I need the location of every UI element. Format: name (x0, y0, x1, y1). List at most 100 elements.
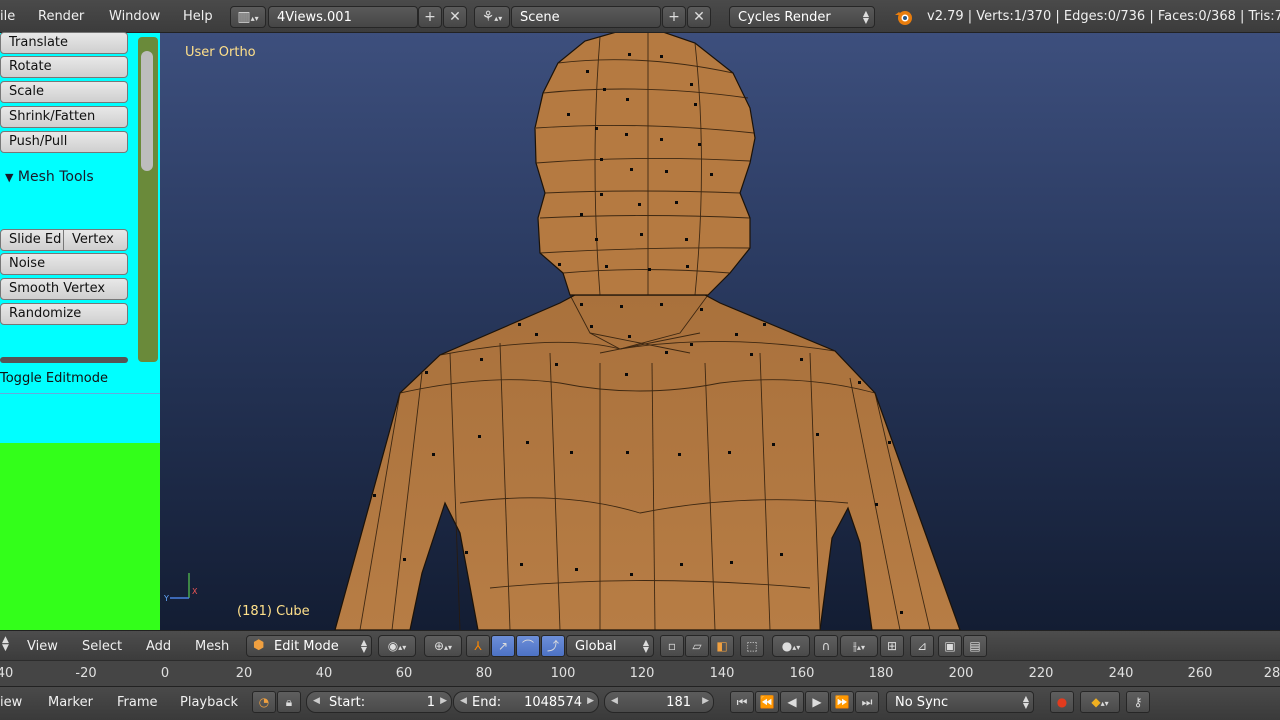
dropdown-arrows-icon: ▲ ▼ (1022, 694, 1029, 710)
chevron-right-icon: ▶ (587, 696, 594, 706)
keying-set-button[interactable]: ◆▴▾ (1080, 691, 1120, 713)
snap-target-icon: ⊞ (886, 639, 898, 653)
toggle-editmode-button[interactable]: Toggle Editmode (0, 371, 108, 386)
timeline-header: iew Marker Frame Playback ◔ 🔒︎ ◀ Start: … (0, 686, 1280, 720)
remove-scene-button[interactable]: ✕ (687, 6, 711, 28)
slide-edge-button[interactable]: Slide Ed (0, 229, 64, 251)
mesh-tools-panel-header[interactable]: ▼ Mesh Tools (5, 169, 94, 185)
face-select-mode-button[interactable]: ◧ (710, 635, 734, 657)
lock-icon: 🔒︎ (285, 695, 293, 709)
smooth-vertex-button[interactable]: Smooth Vertex (0, 278, 128, 300)
dropdown-arrows-icon: ▲ ▼ (360, 638, 367, 654)
start-label: Start: (329, 695, 366, 710)
menu-window[interactable]: Window (109, 9, 160, 24)
preview-range-button[interactable]: ◔ (252, 691, 276, 713)
keying-set-settings-button[interactable]: ⚷ (1126, 691, 1150, 713)
next-keyframe-button[interactable]: ⏩ (830, 691, 854, 713)
jump-start-button[interactable]: ⏮ (730, 691, 754, 713)
menu-file[interactable]: ile (0, 9, 15, 24)
randomize-button[interactable]: Randomize (0, 303, 128, 325)
panel-divider (0, 357, 128, 363)
opengl-render-button[interactable]: ⊿ (910, 635, 934, 657)
render-engine-select[interactable]: Cycles Render ▲ ▼ (729, 6, 875, 28)
edge-select-icon: ▱ (692, 639, 702, 653)
record-icon: ● (1056, 695, 1068, 709)
editor-type-arrows-icon[interactable]: ▲ ▼ (2, 636, 9, 653)
menu-add[interactable]: Add (146, 639, 171, 654)
push-pull-button[interactable]: Push/Pull (0, 131, 128, 153)
menu-marker[interactable]: Marker (48, 695, 93, 710)
lock-range-button[interactable]: 🔒︎ (277, 691, 301, 713)
rotate-arc-icon: ⌒ (521, 639, 534, 653)
proportional-edit-button[interactable]: ●▴▾ (772, 635, 810, 657)
mode-text: Edit Mode (274, 639, 339, 654)
chevron-right-icon: ▶ (440, 696, 447, 706)
pivot-icon: ⊕ (433, 639, 445, 653)
pivot-point-button[interactable]: ⊕▴▾ (424, 635, 462, 657)
menu-select[interactable]: Select (82, 639, 122, 654)
scene-icon: ⚘ (481, 9, 495, 25)
clapboard-icon: ▤ (969, 639, 981, 653)
viewport-shading-button[interactable]: ◉▴▾ (378, 635, 416, 657)
layout-picker-button[interactable]: ▥▴▾ (230, 6, 266, 28)
add-scene-button[interactable]: + (662, 6, 686, 28)
start-frame-field[interactable]: ◀ Start: 1 ▶ (306, 691, 452, 713)
render-animation-button[interactable]: ▤ (963, 635, 987, 657)
menu-help[interactable]: Help (183, 9, 213, 24)
3d-viewport[interactable]: User Ortho Y X (181) Cube (160, 33, 1280, 630)
noise-button[interactable]: Noise (0, 253, 128, 275)
proportional-edit-icon: ● (781, 639, 793, 653)
render-engine-text: Cycles Render (738, 10, 831, 25)
snap-toggle-button[interactable]: ∩ (814, 635, 838, 657)
play-button[interactable]: ▶ (805, 691, 829, 713)
mesh-tools-label: Mesh Tools (17, 169, 94, 185)
menu-mesh[interactable]: Mesh (195, 639, 229, 654)
edge-select-mode-button[interactable]: ▱ (685, 635, 709, 657)
ruler-tick: 28 (1263, 666, 1280, 681)
translate-button[interactable]: Translate (0, 32, 128, 54)
snap-element-button[interactable]: ⫲▴▾ (840, 635, 878, 657)
remove-layout-button[interactable]: ✕ (443, 6, 467, 28)
menu-frame[interactable]: Frame (117, 695, 158, 710)
record-button[interactable]: ● (1050, 691, 1074, 713)
rotate-manipulator-button[interactable]: ⌒ (516, 635, 540, 657)
current-frame-field[interactable]: ◀ 181 ▶ (604, 691, 714, 713)
plus-icon: + (424, 9, 436, 25)
vertex-select-mode-button[interactable]: ▫ (660, 635, 684, 657)
prev-keyframe-button[interactable]: ⏪ (755, 691, 779, 713)
scale-button[interactable]: Scale (0, 81, 128, 103)
end-frame-field[interactable]: ◀ End: 1048574 ▶ (453, 691, 599, 713)
mode-select[interactable]: ⬢ Edit Mode ▲ ▼ (246, 635, 372, 657)
chevron-right-icon: ▶ (702, 696, 709, 706)
slide-vertex-button[interactable]: Vertex (63, 229, 128, 251)
shelf-scroll-thumb[interactable] (141, 51, 153, 171)
add-layout-button[interactable]: + (418, 6, 442, 28)
menu-view[interactable]: iew (0, 695, 22, 710)
snap-target-button[interactable]: ⊞ (880, 635, 904, 657)
scale-icon: ⤴ (546, 639, 559, 653)
render-still-icon: ⊿ (916, 639, 928, 653)
jump-end-button[interactable]: ⏭ (855, 691, 879, 713)
limit-selection-icon: ⬚ (746, 639, 758, 653)
menu-view[interactable]: View (27, 639, 58, 654)
scene-picker-button[interactable]: ⚘▴▾ (474, 6, 510, 28)
manipulator-toggle-button[interactable]: ⅄ (466, 635, 490, 657)
rotate-button[interactable]: Rotate (0, 56, 128, 78)
menu-playback[interactable]: Playback (180, 695, 238, 710)
ruler-tick: 200 (948, 666, 974, 681)
skip-end-icon: ⏭ (861, 695, 873, 709)
translate-manipulator-button[interactable]: ↗ (491, 635, 515, 657)
play-reverse-button[interactable]: ◀ (780, 691, 804, 713)
view-label: User Ortho (185, 45, 256, 60)
timeline-ruler[interactable]: 40 -20 0 20 40 60 80 100 120 140 160 180… (0, 660, 1280, 686)
menu-render[interactable]: Render (38, 9, 84, 24)
3d-view-header: ▲ ▼ View Select Add Mesh ⬢ Edit Mode ▲ ▼ ◉… (0, 630, 1280, 660)
sync-mode-select[interactable]: No Sync ▲ ▼ (886, 691, 1034, 713)
scene-name-field[interactable]: Scene (511, 6, 661, 28)
layout-name-field[interactable]: 4Views.001 (268, 6, 418, 28)
limit-selection-button[interactable]: ⬚ (740, 635, 764, 657)
camera-render-button[interactable]: ▣ (938, 635, 962, 657)
shrink-fatten-button[interactable]: Shrink/Fatten (0, 106, 128, 128)
orientation-select[interactable]: Global ▲ ▼ (566, 635, 654, 657)
scale-manipulator-button[interactable]: ⤴ (541, 635, 565, 657)
